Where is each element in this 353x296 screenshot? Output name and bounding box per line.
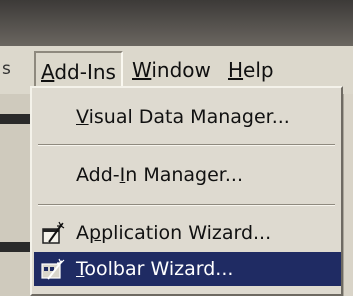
menu-add-ins-accel: A (41, 60, 55, 84)
window-titlebar-strip (0, 0, 353, 46)
background-toolbar-edge (0, 242, 30, 252)
menu-help-label: elp (243, 58, 274, 82)
menu-item-label: plication Wizard... (101, 222, 272, 244)
add-ins-dropdown-menu: Visual Data Manager... Add-In Manager...… (30, 86, 343, 296)
background-window-edge-right (343, 94, 353, 296)
toolbar-wizard-icon (40, 256, 66, 282)
menu-add-ins[interactable]: Add-Ins (34, 51, 123, 89)
menu-item-label: isual Data Manager... (88, 106, 290, 128)
menu-window-label: indow (151, 58, 211, 82)
menu-item-add-in-manager[interactable]: Add-In Manager... (34, 158, 341, 192)
menu-add-ins-label: dd-Ins (54, 60, 116, 84)
menu-item-toolbar-wizard[interactable]: Toolbar Wizard... (34, 252, 341, 286)
menu-separator (38, 144, 335, 146)
menu-item-visual-data-manager[interactable]: Visual Data Manager... (34, 100, 341, 134)
menu-separator (38, 204, 335, 206)
menu-window[interactable]: Window (127, 51, 216, 89)
background-toolbar-edge (0, 114, 30, 124)
menu-help[interactable]: Help (223, 51, 279, 89)
menu-item-label-prefix: Add- (76, 164, 120, 186)
menu-window-accel: W (132, 58, 152, 82)
truncated-menu-label: s (2, 59, 11, 79)
menu-item-label: oolbar Wizard... (84, 258, 234, 280)
background-window-edge (0, 94, 30, 296)
menu-item-label-prefix: A (76, 222, 89, 244)
menu-item-application-wizard[interactable]: Application Wizard... (34, 216, 341, 250)
menu-item-label: n Manager... (125, 164, 243, 186)
menu-item-accel: p (89, 222, 102, 244)
application-wizard-icon (40, 220, 66, 246)
menu-item-accel: V (76, 106, 89, 128)
menu-help-accel: H (228, 58, 244, 82)
